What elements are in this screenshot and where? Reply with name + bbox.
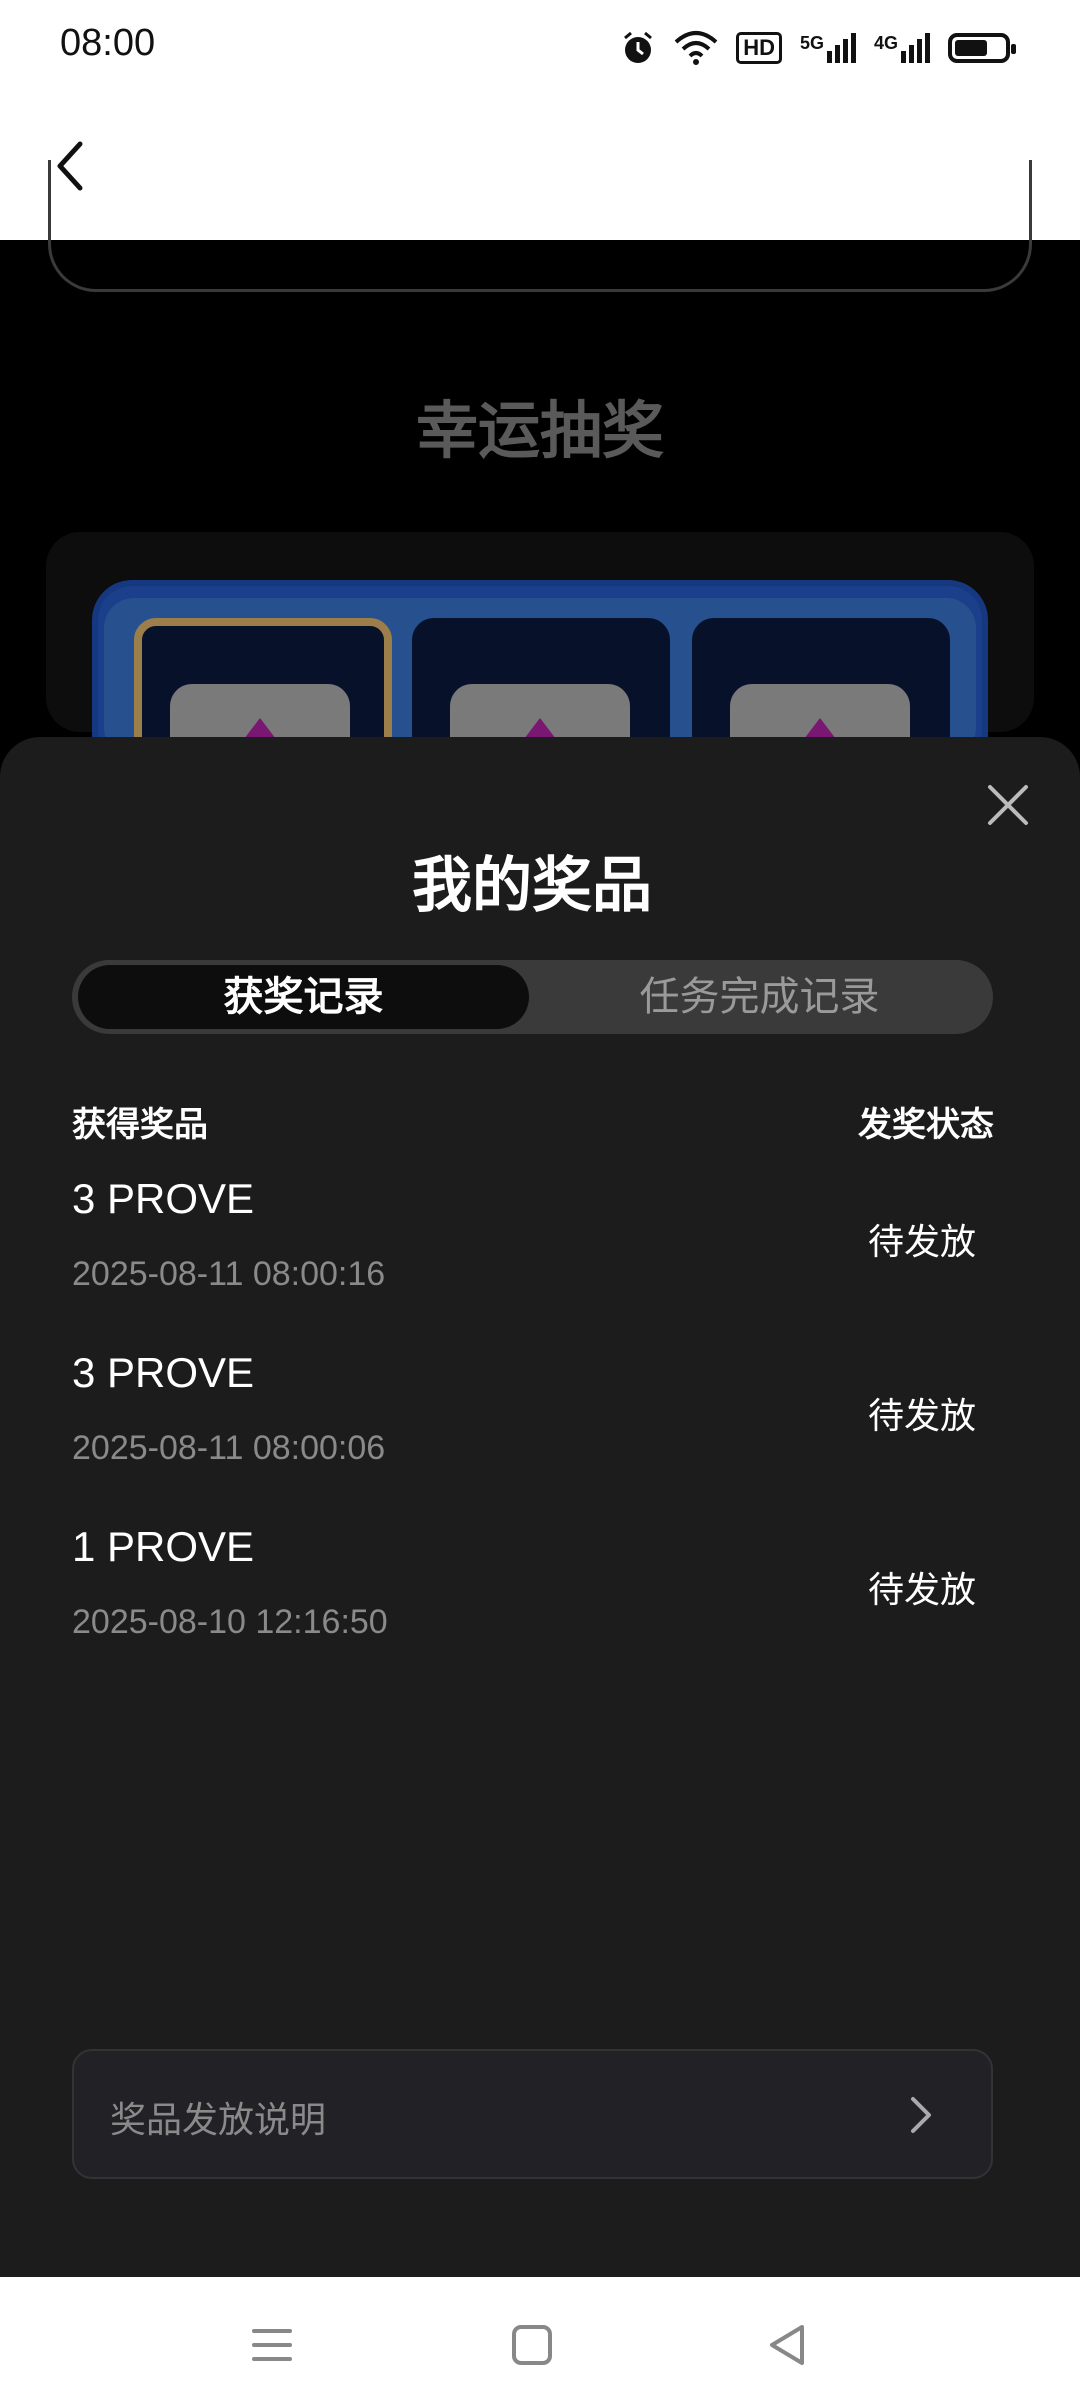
prize-status: 待发放 <box>867 1222 976 1263</box>
hd-icon: HD <box>736 32 782 64</box>
status-bar: 08:00 HD 5G 4G <box>0 0 1080 96</box>
prize-date: 2025-08-11 08:00:06 <box>72 1429 386 1467</box>
prize-name: 3 PROVE <box>72 1349 255 1396</box>
home-icon[interactable] <box>504 2317 560 2373</box>
record-tabs: 获奖记录 任务完成记录 <box>72 960 993 1034</box>
column-header-status: 发奖状态 <box>858 1105 994 1145</box>
status-time: 08:00 <box>60 22 156 64</box>
sheet-title: 我的奖品 <box>412 851 652 921</box>
prize-date: 2025-08-11 08:00:16 <box>72 1255 386 1293</box>
prize-record-row: 1 PROVE 2025-08-10 12:16:50 待发放 <box>0 1523 1080 1693</box>
background-card <box>48 160 1032 292</box>
battery-icon <box>948 33 1016 63</box>
prize-name: 3 PROVE <box>72 1175 255 1222</box>
close-icon[interactable] <box>980 777 1036 833</box>
column-header-prize: 获得奖品 <box>72 1105 208 1145</box>
prize-status: 待发放 <box>867 1396 976 1437</box>
prize-name: 1 PROVE <box>72 1523 255 1570</box>
chevron-right-icon <box>911 2097 931 2133</box>
alarm-icon <box>624 31 653 63</box>
prize-distribution-info-link[interactable]: 奖品发放说明 <box>72 2049 993 2179</box>
my-prizes-sheet: 我的奖品 获奖记录 任务完成记录 获得奖品 发奖状态 3 PROVE 2025-… <box>0 737 1080 2277</box>
prize-record-row: 3 PROVE 2025-08-11 08:00:16 待发放 <box>0 1175 1080 1345</box>
info-link-label: 奖品发放说明 <box>110 2100 327 2141</box>
prize-status: 待发放 <box>867 1570 976 1611</box>
lucky-draw-title: 幸运抽奖 <box>415 394 664 467</box>
signal-5g-icon: 5G <box>800 33 856 63</box>
signal-4g-icon: 4G <box>874 33 930 63</box>
tab-prize-records[interactable]: 获奖记录 <box>78 965 529 1029</box>
back-icon[interactable] <box>760 2317 816 2373</box>
prize-record-row: 3 PROVE 2025-08-11 08:00:06 待发放 <box>0 1349 1080 1519</box>
wifi-icon <box>674 31 718 65</box>
menu-icon[interactable] <box>244 2317 300 2373</box>
system-nav-bar <box>0 2277 1080 2408</box>
status-icons: HD 5G 4G <box>620 22 1016 74</box>
tab-task-records[interactable]: 任务完成记录 <box>532 965 987 1029</box>
prize-date: 2025-08-10 12:16:50 <box>72 1603 388 1641</box>
